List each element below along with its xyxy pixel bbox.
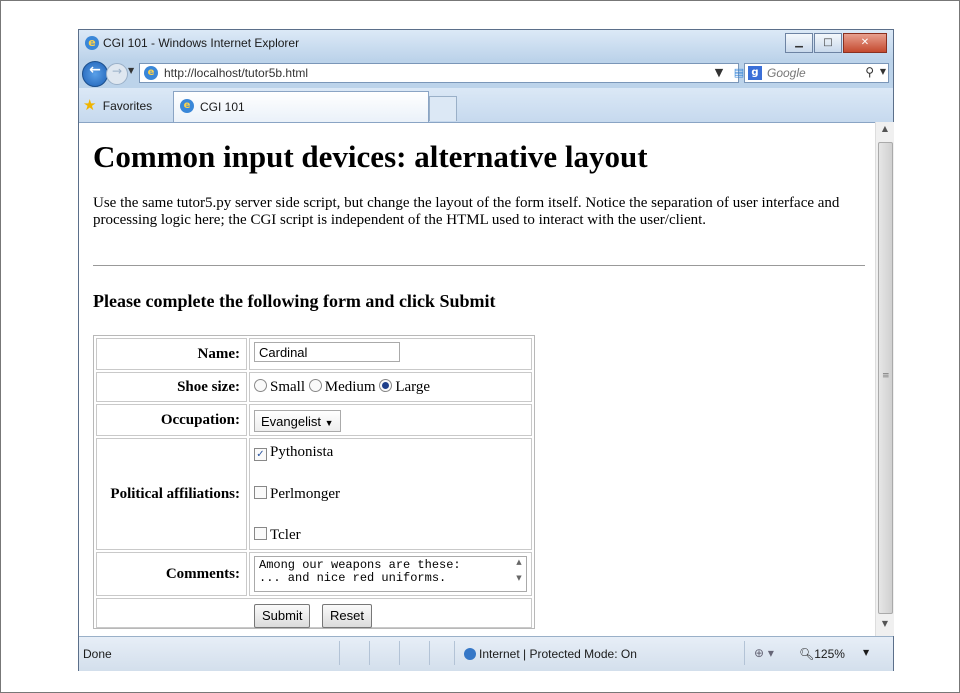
zoom-level[interactable]: 🔍︎125% bbox=[799, 647, 845, 661]
status-divider bbox=[399, 641, 400, 665]
zoom-dropdown-icon[interactable]: ▼ bbox=[863, 648, 869, 657]
history-dropdown-icon[interactable]: ▼ bbox=[128, 66, 134, 75]
close-button[interactable]: ✕ bbox=[843, 33, 887, 53]
back-button[interactable]: ← bbox=[82, 61, 108, 87]
window-controls: ▁ □ ✕ bbox=[784, 33, 887, 53]
globe-icon bbox=[464, 648, 476, 660]
shoe-option-large[interactable]: Large bbox=[379, 379, 430, 395]
status-divider bbox=[429, 641, 430, 665]
status-divider bbox=[339, 641, 340, 665]
scroll-up-icon[interactable]: ▲ bbox=[876, 124, 894, 138]
page-content: Common input devices: alternative layout… bbox=[79, 122, 875, 637]
reset-button[interactable]: Reset bbox=[322, 604, 372, 628]
new-tab-button[interactable] bbox=[429, 96, 457, 121]
submit-button[interactable]: Submit bbox=[254, 604, 311, 628]
search-box[interactable]: g Google ⚲ ▼ bbox=[744, 63, 889, 83]
search-dropdown-icon[interactable]: ▼ bbox=[880, 67, 886, 76]
grip-icon: ≡ bbox=[882, 371, 890, 381]
star-icon: ★ bbox=[83, 97, 97, 114]
occupation-select[interactable]: Evangelist ▼ bbox=[254, 410, 341, 432]
page-title: Common input devices: alternative layout bbox=[93, 139, 648, 174]
page-icon: e bbox=[144, 66, 158, 80]
name-label: Name: bbox=[96, 338, 247, 370]
feature-icon[interactable]: ⊕ ▾ bbox=[754, 646, 774, 660]
address-dropdown-icon[interactable]: ▼ bbox=[710, 65, 728, 81]
political-cell: ✓ Pythonista Perlmonger Tcler bbox=[249, 438, 532, 550]
shoe-option-small[interactable]: Small bbox=[254, 379, 305, 395]
tab-cgi-101[interactable]: e CGI 101 bbox=[173, 91, 429, 122]
occupation-label: Occupation: bbox=[96, 404, 247, 436]
political-label: Political affiliations: bbox=[96, 438, 247, 550]
maximize-button[interactable]: □ bbox=[814, 33, 842, 53]
favorites-bar: ★ Favorites e CGI 101 bbox=[79, 88, 893, 122]
favorites-label: Favorites bbox=[102, 99, 153, 113]
browser-window: e CGI 101 - Windows Internet Explorer ▁ … bbox=[78, 29, 894, 671]
vertical-scrollbar[interactable]: ▲ ≡ ▼ bbox=[875, 122, 894, 636]
status-divider bbox=[744, 641, 745, 665]
radio-small[interactable] bbox=[254, 379, 267, 392]
address-bar[interactable]: e http://localhost/tutor5b.html ▼ ▤ ⇆ ✕ bbox=[139, 63, 784, 83]
tab-ie-icon: e bbox=[180, 99, 194, 113]
shoe-size-label: Shoe size: bbox=[96, 372, 247, 402]
horizontal-rule bbox=[93, 265, 865, 266]
navigation-bar: ← → ▼ e http://localhost/tutor5b.html ▼ … bbox=[79, 60, 893, 87]
favorites-button[interactable]: ★ Favorites bbox=[83, 96, 152, 114]
forward-button[interactable]: → bbox=[106, 63, 128, 85]
occupation-cell: Evangelist ▼ bbox=[249, 404, 532, 436]
comments-label: Comments: bbox=[96, 552, 247, 596]
checkbox-tcler[interactable] bbox=[254, 527, 267, 540]
political-option-pythonista[interactable]: ✓ Pythonista bbox=[254, 444, 333, 461]
buttons-row: Submit Reset bbox=[96, 598, 532, 628]
minimize-button[interactable]: ▁ bbox=[785, 33, 813, 53]
ie-logo-icon: e bbox=[85, 36, 99, 50]
shoe-option-medium[interactable]: Medium bbox=[308, 379, 376, 395]
political-option-perlmonger[interactable]: Perlmonger bbox=[254, 486, 340, 503]
search-icon[interactable]: ⚲ bbox=[865, 65, 874, 79]
address-url[interactable]: http://localhost/tutor5b.html bbox=[164, 66, 308, 80]
status-text: Done bbox=[83, 647, 112, 661]
checkbox-pythonista[interactable]: ✓ bbox=[254, 448, 267, 461]
comments-cell: Among our weapons are these: ... and nic… bbox=[249, 552, 532, 596]
status-divider bbox=[369, 641, 370, 665]
page-description: Use the same tutor5.py server side scrip… bbox=[93, 195, 840, 228]
security-zone[interactable]: Internet | Protected Mode: On bbox=[464, 647, 637, 661]
google-icon: g bbox=[748, 66, 762, 80]
status-bar: Done Internet | Protected Mode: On ⊕ ▾ 🔍… bbox=[79, 636, 893, 671]
status-divider bbox=[454, 641, 455, 665]
scroll-thumb[interactable]: ≡ bbox=[878, 142, 893, 614]
title-bar: e CGI 101 - Windows Internet Explorer ▁ … bbox=[79, 30, 893, 60]
radio-large[interactable] bbox=[379, 379, 393, 392]
name-input[interactable]: Cardinal bbox=[254, 342, 400, 362]
search-input[interactable]: Google bbox=[767, 66, 806, 80]
checkbox-perlmonger[interactable] bbox=[254, 486, 267, 499]
comments-textarea[interactable]: Among our weapons are these: ... and nic… bbox=[254, 556, 527, 592]
window-title: CGI 101 - Windows Internet Explorer bbox=[103, 36, 300, 50]
radio-medium[interactable] bbox=[308, 379, 322, 392]
name-cell: Cardinal bbox=[249, 338, 532, 370]
tab-label: CGI 101 bbox=[200, 100, 245, 114]
form-heading: Please complete the following form and c… bbox=[93, 291, 496, 311]
scroll-down-icon[interactable]: ▼ bbox=[876, 619, 894, 633]
chevron-down-icon: ▼ bbox=[324, 418, 334, 428]
textarea-scroll-icon[interactable]: ▲ ▼ bbox=[513, 558, 525, 590]
shoe-size-cell: Small Medium Large bbox=[249, 372, 532, 402]
political-option-tcler[interactable]: Tcler bbox=[254, 527, 301, 544]
form-table: Name: Cardinal Shoe size: Small Medium L… bbox=[93, 335, 535, 629]
